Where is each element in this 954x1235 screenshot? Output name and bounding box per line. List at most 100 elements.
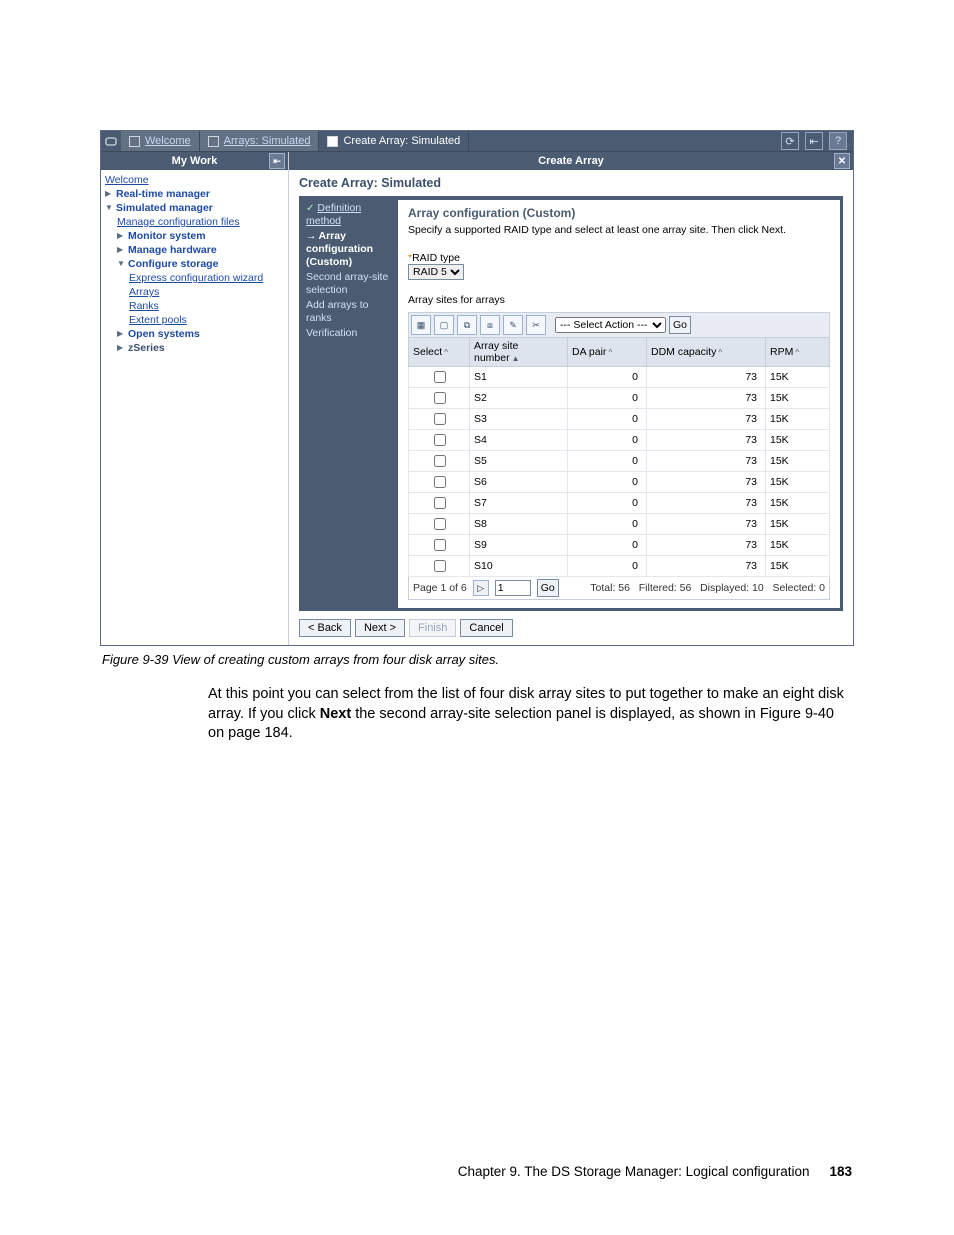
cell-ddm: 73 bbox=[647, 556, 766, 577]
cell-ddm: 73 bbox=[647, 493, 766, 514]
cell-rpm: 15K bbox=[766, 451, 830, 472]
top-tabstrip: Welcome Arrays: Simulated Create Array: … bbox=[101, 131, 853, 152]
nav-monitor[interactable]: Monitor system bbox=[128, 229, 206, 243]
cell-rpm: 15K bbox=[766, 514, 830, 535]
tab-create-array[interactable]: Create Array: Simulated bbox=[319, 131, 469, 151]
cell-da: 0 bbox=[568, 472, 647, 493]
table-row: S707315K bbox=[409, 493, 830, 514]
nav-configure[interactable]: Configure storage bbox=[128, 257, 218, 271]
row-checkbox[interactable] bbox=[434, 497, 446, 509]
nav-tree: Welcome ▶Real-time manager ▼Simulated ma… bbox=[101, 170, 288, 363]
square-icon bbox=[129, 136, 140, 147]
collapse-button[interactable]: ⇤ bbox=[269, 153, 285, 169]
cell-da: 0 bbox=[568, 409, 647, 430]
step-definition[interactable]: Definition method bbox=[306, 202, 361, 227]
cell-rpm: 15K bbox=[766, 493, 830, 514]
mywork-header: My Work ⇤ bbox=[101, 152, 288, 170]
tab-arrays[interactable]: Arrays: Simulated bbox=[200, 131, 320, 151]
wizard-content: Array configuration (Custom) Specify a s… bbox=[398, 200, 840, 608]
cancel-button[interactable]: Cancel bbox=[460, 619, 512, 637]
app-icon bbox=[101, 131, 121, 151]
select-all-icon[interactable]: ▦ bbox=[411, 315, 431, 335]
page-go-button[interactable]: Go bbox=[537, 579, 559, 597]
help-icon[interactable]: ? bbox=[829, 132, 847, 150]
stat-selected: Selected: 0 bbox=[772, 582, 825, 594]
action-select[interactable]: --- Select Action --- bbox=[555, 317, 666, 333]
row-checkbox[interactable] bbox=[434, 518, 446, 530]
footer-chapter: Chapter 9. The DS Storage Manager: Logic… bbox=[458, 1164, 810, 1179]
nav-ranks[interactable]: Ranks bbox=[129, 299, 159, 313]
nav-manage-hw[interactable]: Manage hardware bbox=[128, 243, 217, 257]
nav-realtime[interactable]: Real-time manager bbox=[116, 187, 210, 201]
collapse-icon[interactable]: ⧈ bbox=[480, 315, 500, 335]
step-array-config: Array configuration (Custom) bbox=[306, 230, 394, 269]
page-label: Page 1 of 6 bbox=[413, 582, 467, 594]
app-window: Welcome Arrays: Simulated Create Array: … bbox=[100, 130, 854, 646]
row-checkbox[interactable] bbox=[434, 560, 446, 572]
deselect-all-icon[interactable]: ▢ bbox=[434, 315, 454, 335]
refresh-icon[interactable]: ⟳ bbox=[781, 132, 799, 150]
sites-label: Array sites for arrays bbox=[408, 294, 830, 306]
col-ddm[interactable]: DDM capacity^ bbox=[647, 338, 766, 367]
stat-displayed: Displayed: 10 bbox=[700, 582, 764, 594]
nav-express[interactable]: Express configuration wizard bbox=[129, 271, 263, 285]
page-footer: Chapter 9. The DS Storage Manager: Logic… bbox=[100, 1164, 858, 1209]
nav-zseries[interactable]: zSeries bbox=[128, 341, 165, 355]
row-checkbox[interactable] bbox=[434, 413, 446, 425]
cell-rpm: 15K bbox=[766, 535, 830, 556]
cell-da: 0 bbox=[568, 514, 647, 535]
wizard-steps: Definition method Array configuration (C… bbox=[302, 200, 398, 608]
col-site[interactable]: Array site number▲ bbox=[470, 338, 568, 367]
expand-icon[interactable]: ⧉ bbox=[457, 315, 477, 335]
col-rpm[interactable]: RPM^ bbox=[766, 338, 830, 367]
filter-icon[interactable]: ✎ bbox=[503, 315, 523, 335]
square-icon bbox=[327, 136, 338, 147]
nav-manage-files[interactable]: Manage configuration files bbox=[117, 215, 240, 229]
back-button[interactable]: < Back bbox=[299, 619, 351, 637]
step-verify: Verification bbox=[306, 327, 394, 340]
row-checkbox[interactable] bbox=[434, 539, 446, 551]
wizard-buttons: < Back Next > Finish Cancel bbox=[299, 619, 843, 637]
clear-filter-icon[interactable]: ✂ bbox=[526, 315, 546, 335]
array-sites-table: Select^ Array site number▲ DA pair^ DDM … bbox=[408, 337, 830, 577]
cell-site: S3 bbox=[470, 409, 568, 430]
col-da[interactable]: DA pair^ bbox=[568, 338, 647, 367]
cell-rpm: 15K bbox=[766, 409, 830, 430]
content-title: Array configuration (Custom) bbox=[408, 206, 830, 220]
row-checkbox[interactable] bbox=[434, 455, 446, 467]
nav-open[interactable]: Open systems bbox=[128, 327, 200, 341]
left-nav: My Work ⇤ Welcome ▶Real-time manager ▼Si… bbox=[101, 152, 289, 645]
tab-create-label: Create Array: Simulated bbox=[343, 135, 460, 147]
table-row: S307315K bbox=[409, 409, 830, 430]
page-input[interactable] bbox=[495, 580, 531, 596]
cell-site: S1 bbox=[470, 367, 568, 388]
cell-site: S9 bbox=[470, 535, 568, 556]
table-row: S607315K bbox=[409, 472, 830, 493]
cell-ddm: 73 bbox=[647, 430, 766, 451]
action-go-button[interactable]: Go bbox=[669, 316, 691, 334]
nav-welcome[interactable]: Welcome bbox=[105, 173, 149, 187]
nav-arrays[interactable]: Arrays bbox=[129, 285, 159, 299]
row-checkbox[interactable] bbox=[434, 434, 446, 446]
tab-welcome[interactable]: Welcome bbox=[121, 131, 200, 151]
table-row: S1007315K bbox=[409, 556, 830, 577]
row-checkbox[interactable] bbox=[434, 371, 446, 383]
back-icon[interactable]: ⇤ bbox=[805, 132, 823, 150]
next-page-icon[interactable]: ▷ bbox=[473, 580, 489, 596]
col-select[interactable]: Select^ bbox=[409, 338, 470, 367]
cell-rpm: 15K bbox=[766, 430, 830, 451]
cell-ddm: 73 bbox=[647, 367, 766, 388]
close-icon[interactable]: ✕ bbox=[834, 153, 850, 169]
cell-rpm: 15K bbox=[766, 472, 830, 493]
raid-select[interactable]: RAID 5 bbox=[408, 264, 464, 280]
table-row: S507315K bbox=[409, 451, 830, 472]
row-checkbox[interactable] bbox=[434, 476, 446, 488]
table-row: S207315K bbox=[409, 388, 830, 409]
nav-simulated[interactable]: Simulated manager bbox=[116, 201, 213, 215]
nav-extent[interactable]: Extent pools bbox=[129, 313, 187, 327]
next-button[interactable]: Next > bbox=[355, 619, 405, 637]
cell-da: 0 bbox=[568, 430, 647, 451]
tab-welcome-label: Welcome bbox=[145, 135, 191, 147]
cell-ddm: 73 bbox=[647, 409, 766, 430]
row-checkbox[interactable] bbox=[434, 392, 446, 404]
